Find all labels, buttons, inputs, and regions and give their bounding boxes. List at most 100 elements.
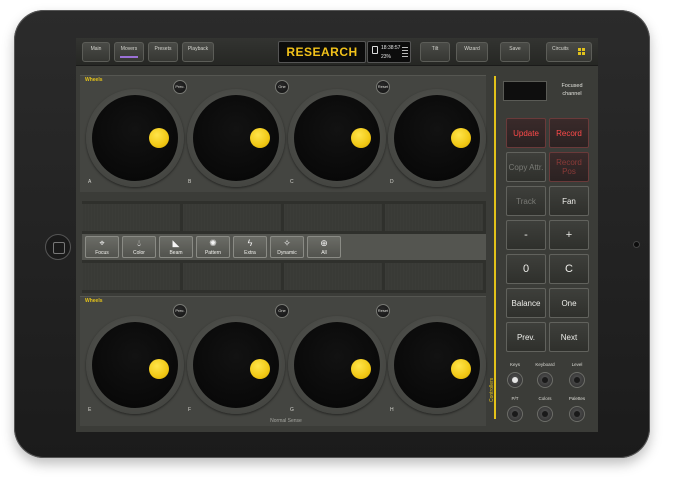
color-label: Color bbox=[133, 250, 145, 256]
main-button[interactable]: Main bbox=[82, 42, 110, 62]
wheels-title: Wheels bbox=[85, 298, 103, 304]
circuits-button[interactable]: Circuits bbox=[546, 42, 592, 62]
attribute-slot[interactable] bbox=[385, 204, 483, 231]
presets-button[interactable]: Presets bbox=[148, 42, 178, 62]
attribute-slot[interactable] bbox=[284, 204, 382, 231]
playback-button[interactable]: Playback bbox=[182, 42, 214, 62]
wheel-knob[interactable] bbox=[351, 359, 371, 379]
wheel-b[interactable] bbox=[187, 89, 285, 187]
keyboard-toggle[interactable] bbox=[537, 372, 553, 388]
minus-button[interactable]: - bbox=[506, 220, 546, 250]
wheel-knob[interactable] bbox=[451, 359, 471, 379]
wheel-label: E bbox=[88, 407, 92, 413]
all-button[interactable]: ⊕ All bbox=[307, 236, 341, 258]
keys-toggle[interactable] bbox=[507, 372, 523, 388]
focused-channel-label: Focused channel bbox=[561, 83, 583, 97]
next-button[interactable]: Next bbox=[549, 322, 589, 352]
color-button[interactable]: 💧︎ Color bbox=[122, 236, 156, 258]
drop-icon: 💧︎ bbox=[137, 238, 141, 248]
track-button[interactable]: Track bbox=[506, 186, 546, 216]
attribute-slot[interactable] bbox=[82, 263, 180, 290]
wheel-knob[interactable] bbox=[149, 359, 169, 379]
wheel-d[interactable] bbox=[388, 89, 486, 187]
level-label: Level bbox=[571, 362, 583, 367]
beam-label: Beam bbox=[169, 250, 183, 256]
pattern-button[interactable]: ✺ Pattern bbox=[196, 236, 230, 258]
wizard-button[interactable]: Wizard bbox=[456, 42, 488, 62]
wheel-f[interactable] bbox=[187, 316, 285, 414]
focused-channel-display[interactable] bbox=[503, 81, 547, 101]
dynamic-icon: ✧ bbox=[283, 238, 291, 248]
palettes-label: Palettes bbox=[568, 396, 586, 401]
extra-button[interactable]: ϟ Extra bbox=[233, 236, 267, 258]
pan-tilt-toggle[interactable] bbox=[507, 406, 523, 422]
one-key-button[interactable]: One bbox=[549, 288, 589, 318]
plus-button[interactable]: + bbox=[549, 220, 589, 250]
palettes-toggle[interactable] bbox=[569, 406, 585, 422]
lightning-icon: ϟ bbox=[247, 238, 253, 248]
status-display: 18:38:57 23% bbox=[367, 41, 411, 63]
wheel-label: H bbox=[390, 407, 394, 413]
focus-button[interactable]: ⌖ Focus bbox=[85, 236, 119, 258]
one-button[interactable]: One bbox=[275, 304, 289, 318]
tilt-button[interactable]: Tilt bbox=[420, 42, 450, 62]
attribute-slot[interactable] bbox=[183, 204, 281, 231]
attribute-area: ⌖ Focus 💧︎ Color ◣ Beam ✺ Pattern ϟ Extr… bbox=[82, 201, 486, 293]
fan-button[interactable]: Fan bbox=[549, 186, 589, 216]
previous-button[interactable]: Prev. bbox=[506, 322, 546, 352]
wheel-knob[interactable] bbox=[351, 128, 371, 148]
wheel-h[interactable] bbox=[388, 316, 486, 414]
beam-icon: ◣ bbox=[172, 238, 180, 248]
movers-button[interactable]: Movers bbox=[114, 42, 144, 62]
wheel-label: C bbox=[290, 179, 294, 185]
zero-button[interactable]: 0 bbox=[506, 254, 546, 284]
wheels-panel-bottom: Wheels Prec. One Reset E F G H bbox=[80, 296, 486, 426]
globe-icon: ⊕ bbox=[320, 238, 328, 248]
balance-button[interactable]: Balance bbox=[506, 288, 546, 318]
pan-tilt-label: P/T bbox=[511, 396, 519, 401]
one-button[interactable]: One bbox=[275, 80, 289, 94]
wheel-e[interactable] bbox=[86, 316, 184, 414]
clock-time: 18:38:57 bbox=[381, 45, 401, 51]
wheels-panel-top: Wheels Prec. One Reset A B C D bbox=[80, 75, 486, 192]
attribute-slot[interactable] bbox=[82, 204, 180, 231]
beam-button[interactable]: ◣ Beam bbox=[159, 236, 193, 258]
show-name-display: RESEARCH bbox=[278, 41, 366, 63]
wheels-title: Wheels bbox=[85, 77, 103, 83]
pattern-label: Pattern bbox=[204, 250, 222, 256]
copy-attributes-button[interactable]: Copy Attr. bbox=[506, 152, 546, 182]
crosshair-icon: ⌖ bbox=[99, 238, 105, 248]
level-toggle[interactable] bbox=[569, 372, 585, 388]
attribute-slot[interactable] bbox=[183, 263, 281, 290]
save-button[interactable]: Save bbox=[500, 42, 530, 62]
precision-button[interactable]: Prec. bbox=[173, 80, 187, 94]
wheel-c[interactable] bbox=[288, 89, 386, 187]
app-screen: Main Movers Presets Playback RESEARCH 18… bbox=[76, 38, 598, 432]
record-position-button[interactable]: Record Pos bbox=[549, 152, 589, 182]
colors-toggle[interactable] bbox=[537, 406, 553, 422]
controllers-title: Controllers bbox=[489, 377, 495, 402]
wheel-knob[interactable] bbox=[250, 359, 270, 379]
attribute-slot[interactable] bbox=[284, 263, 382, 290]
top-toolbar: Main Movers Presets Playback RESEARCH 18… bbox=[76, 38, 598, 66]
keys-label: Keys bbox=[509, 362, 520, 367]
wheel-a[interactable] bbox=[86, 89, 184, 187]
clear-button[interactable]: C bbox=[549, 254, 589, 284]
attribute-slot[interactable] bbox=[385, 263, 483, 290]
reset-button[interactable]: Reset bbox=[376, 304, 390, 318]
colors-label: Colors bbox=[538, 396, 552, 401]
update-button[interactable]: Update bbox=[506, 118, 546, 148]
wheel-label: A bbox=[88, 179, 92, 185]
mode-status-label: Normal Sense bbox=[270, 418, 302, 424]
wheel-knob[interactable] bbox=[149, 128, 169, 148]
keyboard-label: Keyboard bbox=[535, 362, 555, 367]
reset-button[interactable]: Reset bbox=[376, 80, 390, 94]
dynamic-button[interactable]: ✧ Dynamic bbox=[270, 236, 304, 258]
wheel-knob[interactable] bbox=[250, 128, 270, 148]
record-button[interactable]: Record bbox=[549, 118, 589, 148]
precision-button[interactable]: Prec. bbox=[173, 304, 187, 318]
home-button[interactable] bbox=[45, 234, 71, 260]
wheel-knob[interactable] bbox=[451, 128, 471, 148]
focus-label: Focus bbox=[95, 250, 109, 256]
wheel-g[interactable] bbox=[288, 316, 386, 414]
